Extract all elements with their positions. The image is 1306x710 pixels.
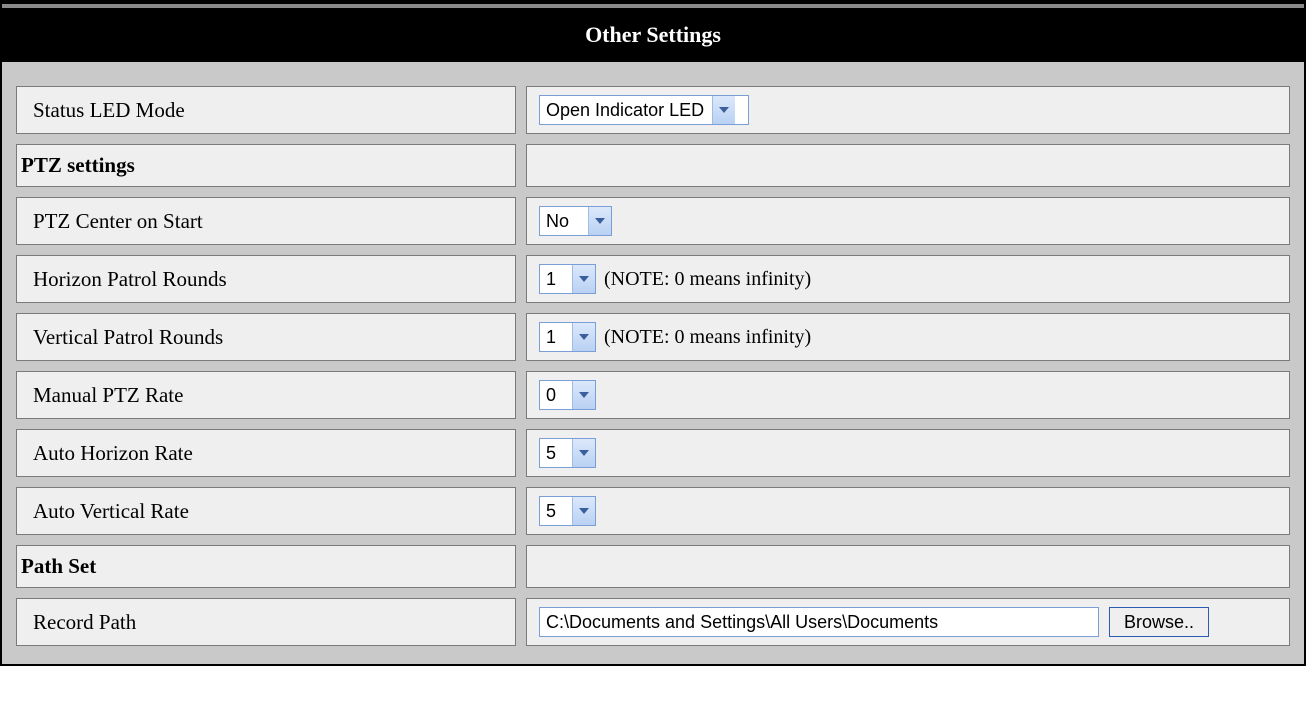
label-vertical-patrol: Vertical Patrol Rounds <box>16 313 516 361</box>
chevron-down-icon <box>588 207 611 235</box>
label-status-led: Status LED Mode <box>16 86 516 134</box>
section-ptz: PTZ settings <box>16 144 1290 187</box>
chevron-down-icon <box>572 497 595 525</box>
select-auto-vertical-rate[interactable]: 5 <box>539 496 596 526</box>
row-auto-horizon-rate: Auto Horizon Rate 5 <box>16 429 1290 477</box>
heading-path-set-right <box>526 545 1290 588</box>
row-horizon-patrol: Horizon Patrol Rounds 1 (NOTE: 0 means i… <box>16 255 1290 303</box>
select-horizon-patrol[interactable]: 1 <box>539 264 596 294</box>
section-path-set: Path Set <box>16 545 1290 588</box>
label-auto-vertical-rate: Auto Vertical Rate <box>16 487 516 535</box>
select-manual-rate[interactable]: 0 <box>539 380 596 410</box>
note-vertical-patrol: (NOTE: 0 means infinity) <box>604 326 811 349</box>
page-title: Other Settings <box>2 8 1304 62</box>
select-status-led-value: Open Indicator LED <box>540 96 712 124</box>
row-status-led: Status LED Mode Open Indicator LED <box>16 86 1290 134</box>
chevron-down-icon <box>712 96 735 124</box>
chevron-down-icon <box>572 265 595 293</box>
select-auto-horizon-rate[interactable]: 5 <box>539 438 596 468</box>
select-ptz-center[interactable]: No <box>539 206 612 236</box>
browse-button[interactable]: Browse.. <box>1109 607 1209 637</box>
row-ptz-center: PTZ Center on Start No <box>16 197 1290 245</box>
row-record-path: Record Path Browse.. <box>16 598 1290 646</box>
select-horizon-patrol-value: 1 <box>540 265 572 293</box>
row-manual-rate: Manual PTZ Rate 0 <box>16 371 1290 419</box>
label-auto-horizon-rate: Auto Horizon Rate <box>16 429 516 477</box>
select-manual-rate-value: 0 <box>540 381 572 409</box>
note-horizon-patrol: (NOTE: 0 means infinity) <box>604 268 811 291</box>
select-vertical-patrol[interactable]: 1 <box>539 322 596 352</box>
input-record-path[interactable] <box>539 607 1099 637</box>
row-vertical-patrol: Vertical Patrol Rounds 1 (NOTE: 0 means … <box>16 313 1290 361</box>
settings-content: Status LED Mode Open Indicator LED <box>2 62 1304 664</box>
chevron-down-icon <box>572 439 595 467</box>
heading-ptz-right <box>526 144 1290 187</box>
select-auto-horizon-rate-value: 5 <box>540 439 572 467</box>
settings-panel: Other Settings Status LED Mode Open Indi… <box>0 0 1306 666</box>
label-horizon-patrol: Horizon Patrol Rounds <box>16 255 516 303</box>
label-manual-rate: Manual PTZ Rate <box>16 371 516 419</box>
row-auto-vertical-rate: Auto Vertical Rate 5 <box>16 487 1290 535</box>
label-record-path: Record Path <box>16 598 516 646</box>
chevron-down-icon <box>572 323 595 351</box>
select-status-led[interactable]: Open Indicator LED <box>539 95 749 125</box>
select-vertical-patrol-value: 1 <box>540 323 572 351</box>
label-ptz-center: PTZ Center on Start <box>16 197 516 245</box>
select-ptz-center-value: No <box>540 207 588 235</box>
heading-ptz: PTZ settings <box>16 144 516 187</box>
chevron-down-icon <box>572 381 595 409</box>
heading-path-set: Path Set <box>16 545 516 588</box>
select-auto-vertical-rate-value: 5 <box>540 497 572 525</box>
